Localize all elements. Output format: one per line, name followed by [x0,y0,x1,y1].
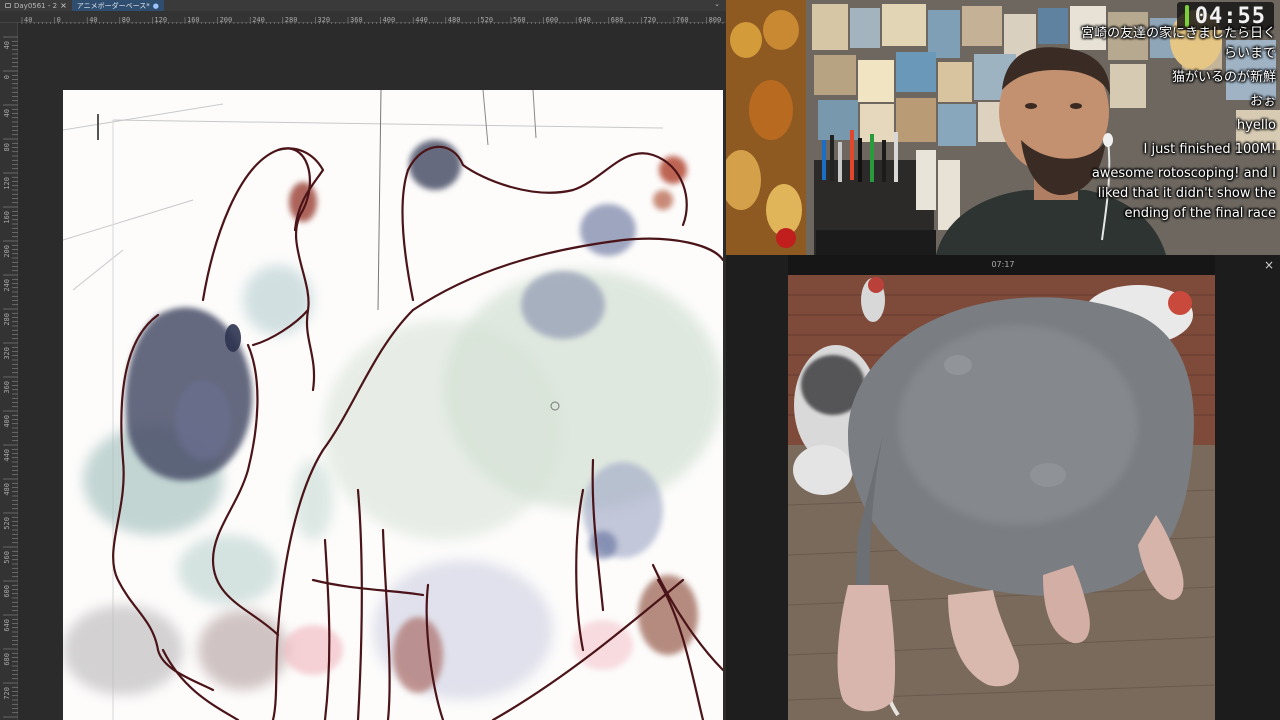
ruler-tick-label: 800 [709,16,722,24]
chat-message-line: おぉ [1249,94,1276,109]
ruler-tick-label: 480 [3,483,11,496]
ruler-tick-label: 120 [154,16,167,24]
ruler-tick-label: 560 [3,551,11,564]
chat-overlay: 宮崎の友達の家にきましたら日く らいまで 猫がいるのが新鮮 おぉ hyello … [1044,24,1276,224]
ruler-tick-label: 680 [611,16,624,24]
webcam-feed: 04:55 宮崎の友達の家にきましたら日く らいまで 猫がいるのが新鮮 おぉ h… [726,0,1280,255]
sketch-artwork [63,90,723,720]
ruler-tick-label: 200 [3,245,11,258]
ruler-tick-label: 240 [252,16,265,24]
close-icon[interactable]: × [60,1,67,10]
horizontal-ruler: 40 0 40 80 120 160 200 240 280 320 360 400 440 480 520… [0,11,726,26]
document-tab-bar: Day0561 - 2 × アニメボーダーベース* ● ⌄ [0,0,726,11]
chat-message: hyello [1237,116,1276,136]
drawing-canvas[interactable] [63,90,723,720]
ruler-tick-label: 240 [3,279,11,292]
ruler-tick-label: 40 [3,41,11,49]
video-timestamp: 07:17 [991,260,1015,269]
chat-message-line: I just finished 100M! [1143,142,1277,157]
vertical-ruler: 40 0 40 80 120 160 200 240 280 320 360 400 440 480 520… [0,23,18,720]
ruler-tick-label: 640 [3,619,11,632]
ruler-tick-label: 160 [187,16,200,24]
ruler-tick-label: 320 [317,16,330,24]
ruler-tick-label: 280 [285,16,298,24]
ruler-tick-label: 440 [3,449,11,462]
ruler-tick-label: 680 [3,653,11,666]
ruler-tick-label: 120 [3,177,11,190]
ruler-tick-label: 520 [3,517,11,530]
ruler-tick-label: 280 [3,313,11,326]
chat-message-line: 宮崎の友達の家にきましたら日く [1080,26,1276,41]
ruler-tick-label: 400 [3,415,11,428]
canvas-workspace[interactable] [19,24,726,720]
chat-message-line: liked that it didn't show the [1097,186,1276,201]
ruler-tick-label: 480 [448,16,461,24]
ruler-tick-label: 720 [3,687,11,700]
document-tab-label: Day0561 - 2 [14,1,58,10]
document-tab-anime-border[interactable]: アニメボーダーベース* ● [71,0,164,11]
vertical-ruler-scale: 4004080120160200240280320360400440480520… [3,36,18,718]
pig-and-chickens-photo [788,275,1215,720]
drawing-app: Day0561 - 2 × アニメボーダーベース* ● ⌄ 40 0 40 80 120… [0,0,726,720]
ruler-tick-label: 640 [578,16,591,24]
chevron-down-icon[interactable]: ⌄ [714,0,720,8]
ruler-tick-label: 520 [480,16,493,24]
document-tab-label: アニメボーダーベース* [76,1,150,10]
close-icon[interactable]: ● [153,2,159,10]
ruler-tick-label: 0 [3,75,11,79]
chat-message-line: らいまで [1223,46,1276,61]
ruler-tick-label: 80 [3,143,11,151]
ruler-tick-label: 160 [3,211,11,224]
chat-message-line: ending of the final race [1124,206,1276,221]
chat-message: 猫がいるのが新鮮 [1172,68,1276,88]
screen: Day0561 - 2 × アニメボーダーベース* ● ⌄ 40 0 40 80 120… [0,0,1280,720]
ruler-tick-label: 760 [676,16,689,24]
ruler-tick-label: 200 [220,16,233,24]
chat-message: おぉ [1250,92,1276,112]
ruler-tick-label: 320 [3,347,11,360]
chat-message: awesome rotoscoping! and I liked that it… [1092,164,1276,224]
ruler-tick-label: 0 [57,16,61,24]
ruler-tick-label: 720 [643,16,656,24]
close-icon[interactable]: × [1264,258,1274,272]
chat-message-line: 猫がいるのが新鮮 [1171,70,1276,85]
ruler-tick-label: 400 [383,16,396,24]
document-icon [5,3,11,8]
ruler-tick-label: 40 [89,16,97,24]
mug-shelf [726,0,806,255]
reference-image-viewer: 07:17 × [726,255,1280,720]
ruler-tick-label: 440 [415,16,428,24]
chat-message: 宮崎の友達の家にきましたら日く らいまで [1081,24,1276,64]
document-tab-day0561[interactable]: Day0561 - 2 × [0,0,72,11]
reference-photo [788,275,1215,720]
ruler-tick-label: 40 [3,109,11,117]
ruler-tick-label: 360 [3,381,11,394]
ruler-tick-label: 80 [122,16,130,24]
ruler-tick-label: 600 [546,16,559,24]
chat-message-line: hyello [1236,118,1276,133]
chat-message-line: awesome rotoscoping! and I [1091,166,1276,181]
ruler-tick-label: 600 [3,585,11,598]
ruler-tick-label: 40 [24,16,32,24]
ruler-tick-label: 360 [350,16,363,24]
chat-message: I just finished 100M! [1144,140,1277,160]
ruler-tick-label: 560 [513,16,526,24]
